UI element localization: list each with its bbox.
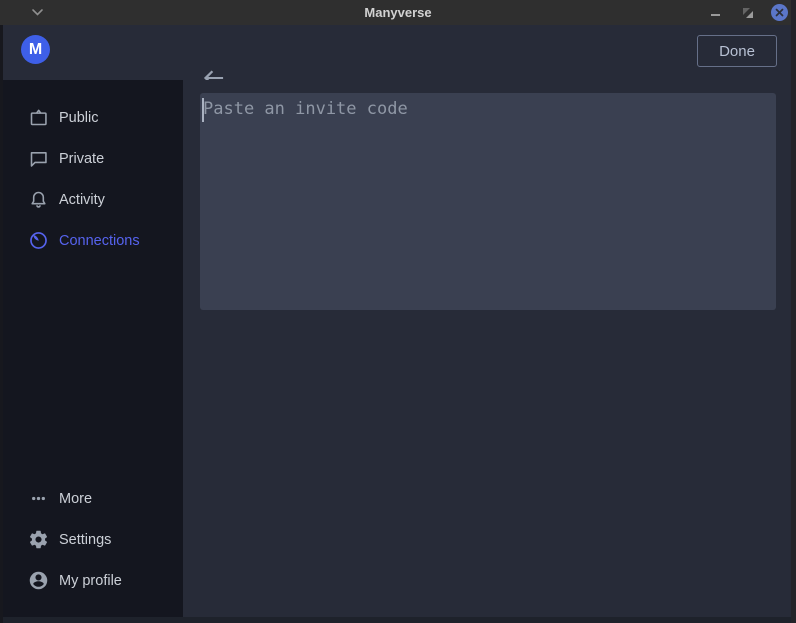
- sidebar-item-label: Settings: [59, 532, 111, 548]
- sidebar-item-my-profile[interactable]: My profile: [0, 560, 183, 601]
- bulletin-board-icon: [28, 107, 49, 128]
- sidebar-item-label: My profile: [59, 573, 122, 589]
- main-content: [183, 80, 796, 617]
- sidebar-item-connections[interactable]: Connections: [0, 220, 183, 261]
- window-edge-right: [791, 0, 796, 623]
- sidebar-item-more[interactable]: More: [0, 478, 183, 519]
- logo-letter: M: [29, 41, 42, 59]
- app-body: Public Private Activity: [0, 80, 796, 617]
- minimize-button[interactable]: [707, 4, 724, 21]
- titlebar: Manyverse: [0, 0, 796, 25]
- sidebar-item-label: Public: [59, 110, 99, 126]
- restore-icon: [742, 7, 754, 19]
- window-title: Manyverse: [0, 0, 796, 25]
- close-icon: [775, 8, 784, 17]
- sidebar-item-label: Private: [59, 151, 104, 167]
- window-controls: [707, 0, 788, 25]
- sidebar-item-activity[interactable]: Activity: [0, 179, 183, 220]
- window-edge-left: [0, 25, 3, 623]
- sidebar-item-public[interactable]: Public: [0, 97, 183, 138]
- sidebar-item-settings[interactable]: Settings: [0, 519, 183, 560]
- manyverse-logo: M: [21, 35, 50, 64]
- restore-button[interactable]: [739, 4, 756, 21]
- close-button[interactable]: [771, 4, 788, 21]
- sidebar: Public Private Activity: [0, 80, 183, 617]
- window-edge-bottom: [0, 617, 796, 623]
- sidebar-footer: More Settings My profile: [0, 478, 183, 617]
- done-button[interactable]: Done: [697, 35, 777, 67]
- sidebar-item-label: More: [59, 491, 92, 507]
- app-header: M Done: [0, 25, 796, 80]
- ellipsis-icon: [28, 488, 49, 509]
- connections-dial-icon: [28, 230, 49, 251]
- invite-code-input[interactable]: [200, 93, 776, 310]
- person-circle-icon: [28, 570, 49, 591]
- done-label: Done: [719, 43, 755, 60]
- chevron-down-icon[interactable]: [31, 8, 44, 17]
- gear-icon: [28, 529, 49, 550]
- minimize-icon: [711, 14, 720, 16]
- bell-icon: [28, 189, 49, 210]
- sidebar-item-label: Connections: [59, 233, 140, 249]
- sidebar-item-label: Activity: [59, 192, 105, 208]
- message-bubble-icon: [28, 148, 49, 169]
- sidebar-item-private[interactable]: Private: [0, 138, 183, 179]
